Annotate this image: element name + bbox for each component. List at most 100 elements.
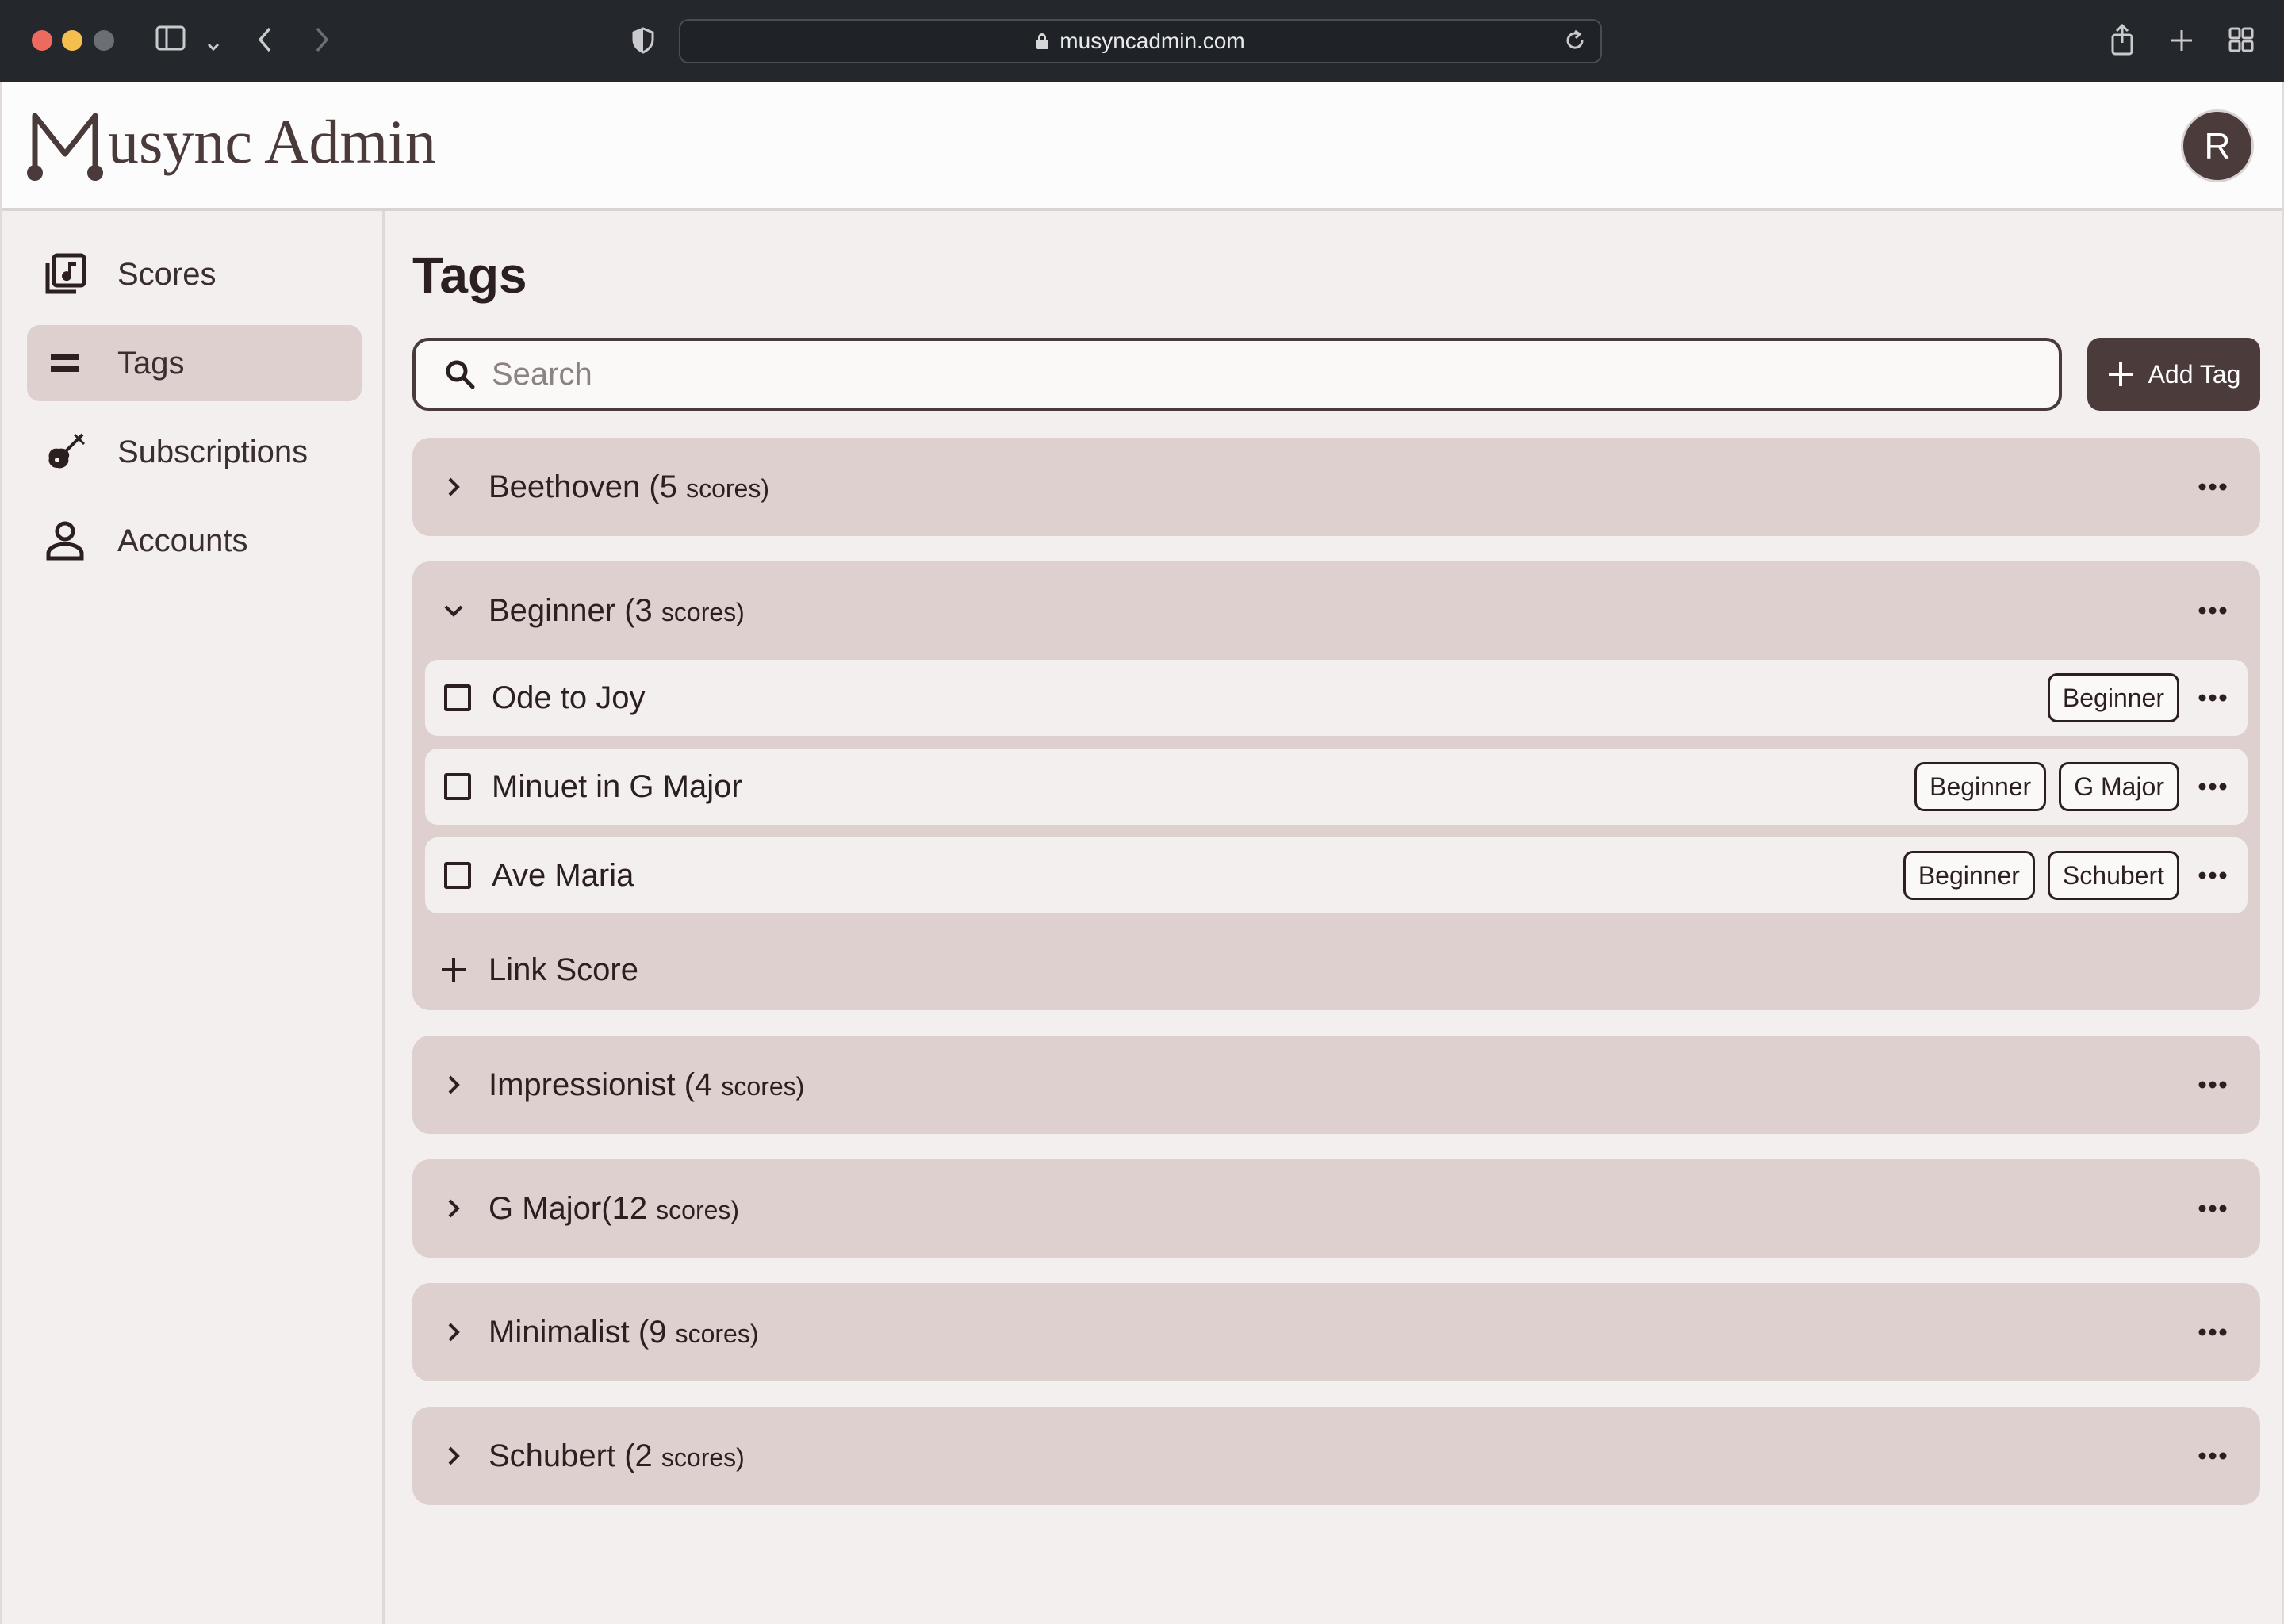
score-title: Ave Maria [492,857,634,893]
violin-icon [41,428,89,476]
tab-overview-icon[interactable] [2228,27,2254,59]
sidebar-item-tags[interactable]: Tags [27,325,362,401]
more-options-icon[interactable] [2197,1316,2228,1348]
tag-count: scores) [661,597,745,626]
score-checkbox[interactable] [444,862,471,889]
score-tags: Beginner Schubert [1903,851,2179,900]
tag-header[interactable]: Schubert (2 scores) [412,1407,2260,1505]
avatar-initial: R [2204,125,2231,167]
search-icon [446,360,475,389]
tag-header[interactable]: Impressionist (4 scores) [412,1036,2260,1134]
forward-icon[interactable] [312,25,331,60]
more-options-icon[interactable] [2197,771,2228,802]
tag-name: Beethoven (5 scores) [489,469,769,505]
score-checkbox[interactable] [444,684,471,711]
link-score-label: Link Score [489,952,638,987]
score-tags: Beginner G Major [1914,762,2179,811]
score-row[interactable]: Minuet in G Major Beginner G Major [425,749,2248,825]
sidebar-item-subscriptions[interactable]: Subscriptions [27,414,362,490]
minimize-window-button[interactable] [62,30,82,51]
chevron-right-icon[interactable] [438,471,469,503]
new-tab-icon[interactable] [2170,27,2194,59]
tag-header[interactable]: Minimalist (9 scores) [412,1283,2260,1381]
chevron-right-icon[interactable] [438,1069,469,1101]
logo-text: usync Admin [108,107,436,176]
more-options-icon[interactable] [2197,595,2228,626]
tag-count: scores) [721,1071,805,1101]
chevron-down-icon[interactable] [438,595,469,626]
tag-group-impressionist: Impressionist (4 scores) [412,1036,2260,1134]
chevron-right-icon[interactable] [438,1193,469,1224]
tag-group-g-major: G Major(12 scores) [412,1159,2260,1258]
back-icon[interactable] [255,25,274,60]
sidebar-item-label: Accounts [117,523,248,558]
logo[interactable]: usync Admin [25,105,436,184]
score-checkbox[interactable] [444,773,471,800]
more-options-icon[interactable] [2197,860,2228,891]
tag-name: Impressionist (4 scores) [489,1067,804,1103]
tag-chip[interactable]: G Major [2059,762,2179,811]
tag-chip[interactable]: Beginner [2047,673,2179,722]
tag-name: Beginner (3 scores) [489,593,745,629]
tag-count: scores) [661,1442,745,1472]
browser-toolbar: musyncadmin.com [0,0,2284,82]
tag-group-beethoven: Beethoven (5 scores) [412,438,2260,536]
search-input[interactable] [492,356,1998,393]
app-window: usync Admin R Scores Tags Subscriptions [0,82,2284,1624]
zoom-window-button[interactable] [94,30,114,51]
tag-name-text: Schubert (2 [489,1438,661,1473]
reload-icon[interactable] [1564,29,1586,59]
sidebar-item-label: Scores [117,256,217,292]
tag-header[interactable]: G Major(12 scores) [412,1159,2260,1258]
tag-name: Schubert (2 scores) [489,1438,745,1474]
tag-group-schubert: Schubert (2 scores) [412,1407,2260,1505]
tag-name: G Major(12 scores) [489,1191,739,1227]
close-window-button[interactable] [32,30,52,51]
tag-header[interactable]: Beginner (3 scores) [412,561,2260,660]
sidebar: Scores Tags Subscriptions Accounts [2,211,385,1624]
tag-chip[interactable]: Beginner [1914,762,2047,811]
more-options-icon[interactable] [2197,1193,2228,1224]
score-row[interactable]: Ode to Joy Beginner [425,660,2248,736]
score-row[interactable]: Ave Maria Beginner Schubert [425,837,2248,914]
score-title: Minuet in G Major [492,768,742,804]
tag-chip[interactable]: Schubert [2047,851,2179,900]
page-title: Tags [412,247,527,304]
more-options-icon[interactable] [2197,471,2228,503]
tag-name-text: Beethoven (5 [489,469,687,504]
sidebar-item-accounts[interactable]: Accounts [27,503,362,579]
more-options-icon[interactable] [2197,1440,2228,1472]
chevron-down-icon[interactable] [206,29,220,60]
chevron-right-icon[interactable] [438,1316,469,1348]
tag-name-text: Impressionist (4 [489,1067,722,1102]
tag-group-minimalist: Minimalist (9 scores) [412,1283,2260,1381]
tag-name: Minimalist (9 scores) [489,1315,759,1350]
tag-header[interactable]: Beethoven (5 scores) [412,438,2260,536]
library-music-icon [41,251,89,298]
address-bar[interactable]: musyncadmin.com [679,19,1602,63]
tag-chip[interactable]: Beginner [1903,851,2035,900]
tag-group-beginner: Beginner (3 scores) Ode to Joy Beginner … [412,561,2260,1010]
person-icon [41,517,89,565]
link-score-button[interactable]: Link Score [412,926,2260,1013]
tag-count: scores) [656,1195,740,1224]
tag-count: scores) [675,1319,759,1348]
app-header: usync Admin R [2,82,2282,211]
share-icon[interactable] [2110,23,2135,62]
url-text: musyncadmin.com [1060,29,1245,53]
more-options-icon[interactable] [2197,682,2228,714]
avatar[interactable]: R [2181,109,2254,182]
privacy-shield-icon[interactable] [631,27,655,60]
tag-name-text: Minimalist (9 [489,1314,676,1350]
lock-icon [1036,33,1049,49]
sidebar-toggle-icon[interactable] [155,25,186,57]
more-options-icon[interactable] [2197,1069,2228,1101]
chevron-right-icon[interactable] [438,1440,469,1472]
musync-m-logo-icon [27,113,103,181]
add-tag-label: Add Tag [2148,359,2241,389]
sidebar-item-scores[interactable]: Scores [27,236,362,312]
tag-name-text: Beginner (3 [489,592,661,628]
add-tag-button[interactable]: Add Tag [2087,338,2260,411]
plus-icon [2108,362,2133,386]
search-field[interactable] [412,338,2062,411]
